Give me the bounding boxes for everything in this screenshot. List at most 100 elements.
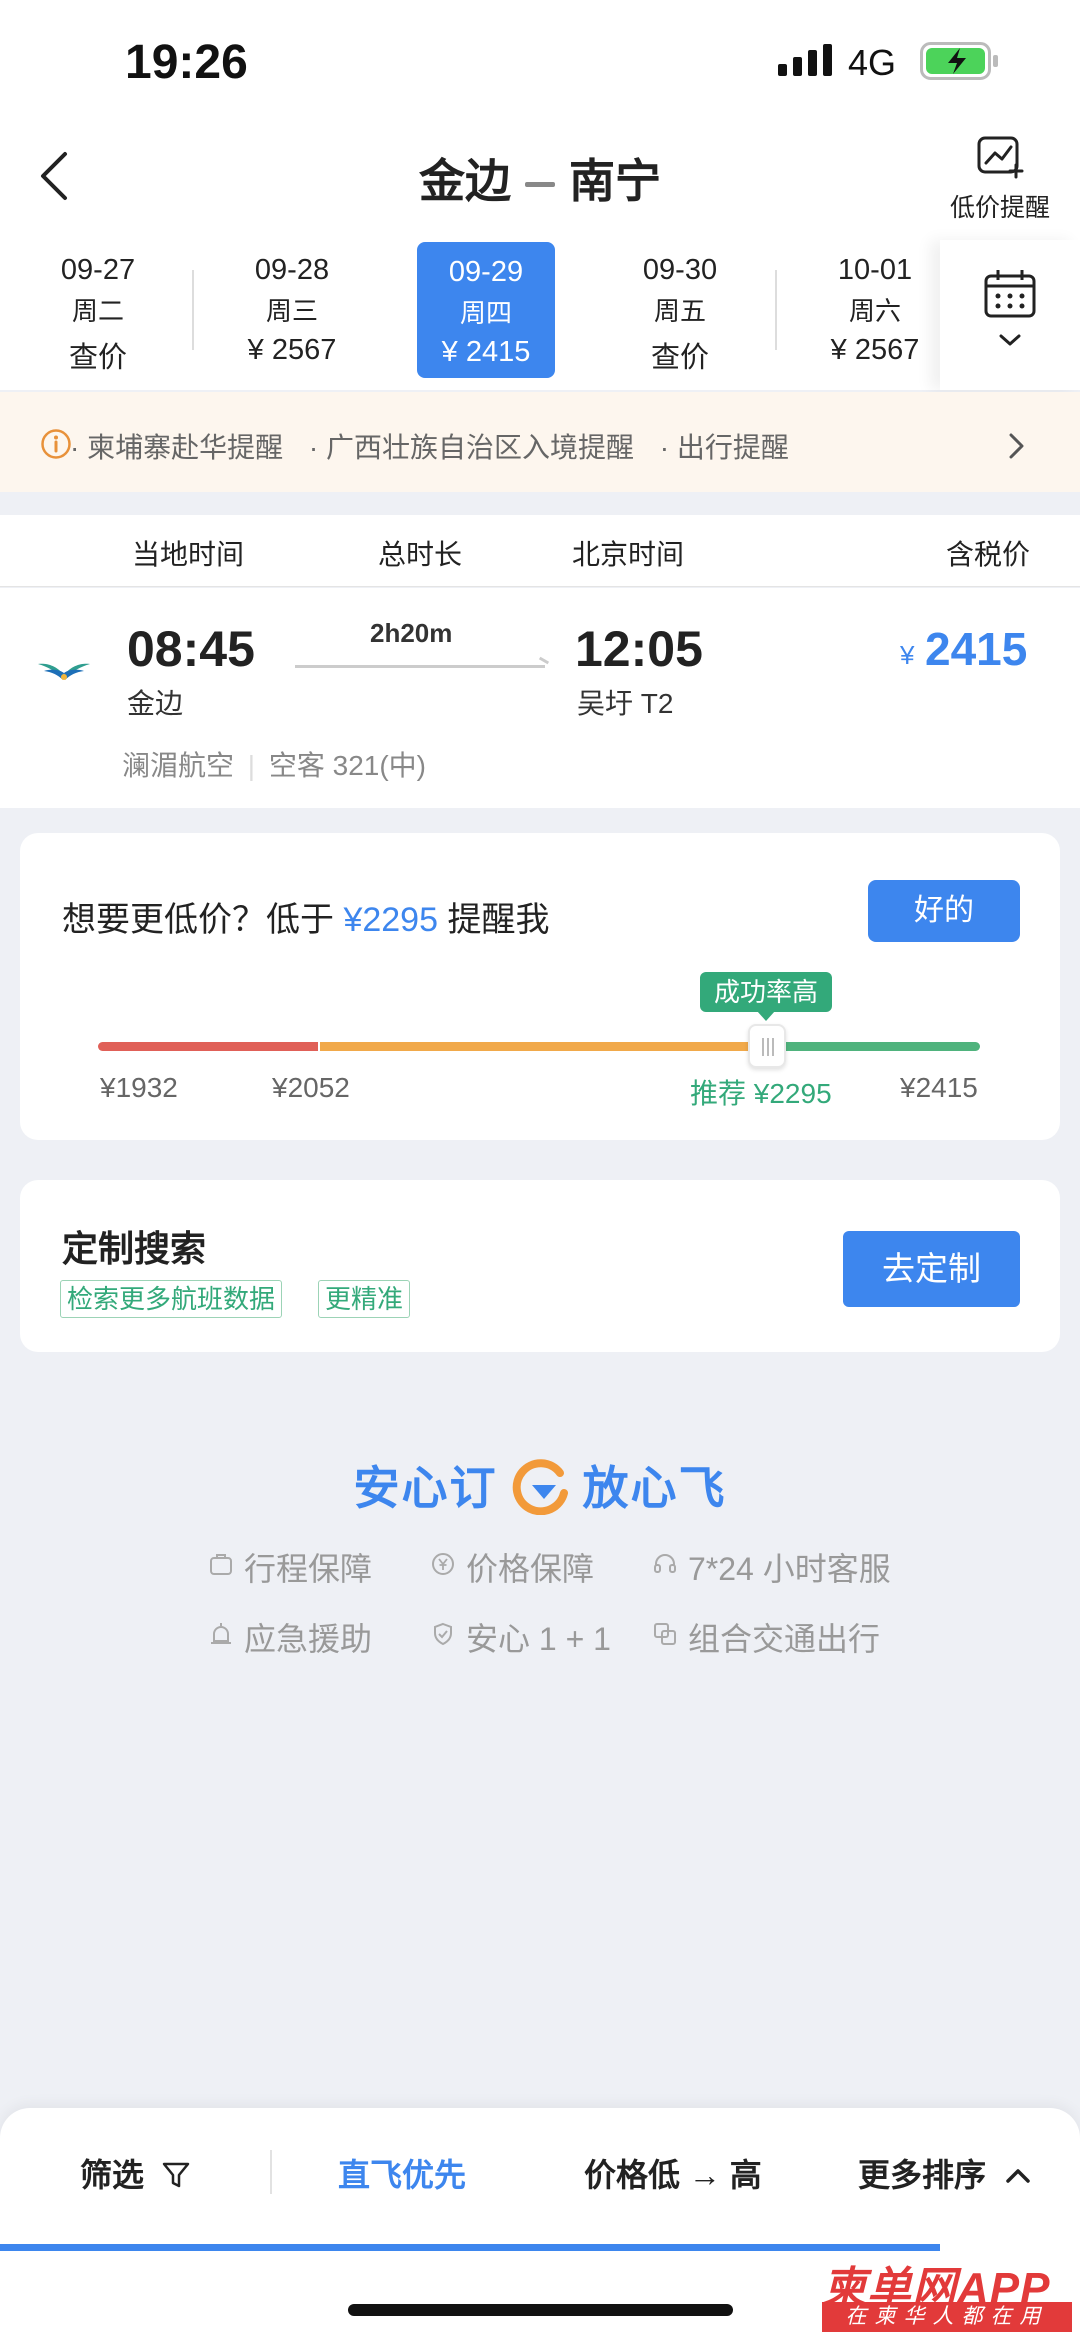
date-divider bbox=[775, 270, 777, 350]
flight-price: 2415 bbox=[925, 623, 1028, 675]
slogan-left: 安心订 bbox=[353, 1462, 498, 1514]
chevron-up-icon bbox=[1006, 2169, 1030, 2183]
date-label: 09-30 bbox=[642, 254, 718, 286]
filter-label: 筛选 bbox=[80, 2157, 145, 2193]
guarantee-item: 行程保障 bbox=[244, 1551, 373, 1587]
notice-item: · 出行提醒 bbox=[659, 432, 789, 463]
flight-duration: 2h20m bbox=[370, 618, 453, 648]
guarantee-item: 7*24 小时客服 bbox=[688, 1551, 891, 1587]
date-tab[interactable]: 09-27 周二 查价 bbox=[18, 240, 178, 380]
headset-icon bbox=[654, 1554, 676, 1573]
date-label: 09-27 bbox=[60, 254, 136, 286]
price-slider-track-high[interactable] bbox=[765, 1042, 980, 1051]
price-alert-target: ¥2295 bbox=[343, 901, 438, 939]
custom-search-tag: 检索更多航班数据 bbox=[60, 1280, 283, 1318]
date-price: ¥ 2567 bbox=[830, 334, 920, 366]
chevron-right-icon bbox=[1009, 433, 1024, 459]
column-beijing-time: 北京时间 bbox=[572, 539, 685, 570]
date-price: ¥ 2415 bbox=[441, 336, 531, 368]
more-sort-button[interactable]: 更多排序 bbox=[858, 2150, 1031, 2196]
slogan-right: 放心飞 bbox=[582, 1462, 727, 1514]
date-label: 10-01 bbox=[837, 254, 913, 286]
weekday-label: 周二 bbox=[71, 296, 124, 326]
customize-button[interactable]: 去定制 bbox=[843, 1231, 1020, 1307]
ok-button[interactable]: 好的 bbox=[868, 880, 1020, 942]
weekday-label: 周六 bbox=[848, 296, 901, 326]
notice-items: · 柬埔寨赴华提醒 · 广西壮族自治区入境提醒 · 出行提醒 bbox=[70, 426, 807, 466]
date-divider bbox=[192, 270, 194, 350]
guarantee-item: 应急援助 bbox=[244, 1621, 373, 1657]
price-alert-suffix: 提醒我 bbox=[447, 901, 550, 939]
header bbox=[0, 120, 1080, 240]
weekday-label: 周四 bbox=[459, 298, 512, 328]
notice-item: · 广西壮族自治区入境提醒 bbox=[308, 432, 634, 463]
date-label: 09-29 bbox=[448, 256, 524, 288]
column-price: 含税价 bbox=[946, 539, 1031, 570]
price-alert-prefix: 想要更低价？低于 bbox=[62, 901, 334, 939]
back-button[interactable] bbox=[35, 148, 75, 204]
airline-info: 澜湄航空 | 空客 321(中) bbox=[122, 744, 426, 784]
date-price: ¥ 2567 bbox=[247, 334, 337, 366]
notice-item: · 柬埔寨赴华提醒 bbox=[70, 432, 284, 463]
home-indicator[interactable] bbox=[348, 2304, 733, 2316]
direct-first-tab[interactable]: 直飞优先 bbox=[338, 2150, 466, 2196]
yuan-icon bbox=[432, 1553, 454, 1575]
filter-button[interactable]: 筛选 bbox=[80, 2150, 191, 2196]
date-price: 查价 bbox=[650, 342, 709, 374]
date-tab[interactable]: 10-01 周六 ¥ 2567 bbox=[795, 240, 955, 380]
calendar-button[interactable] bbox=[940, 240, 1080, 390]
guarantee-item: 组合交通出行 bbox=[688, 1621, 881, 1657]
price-slider-track-low[interactable] bbox=[98, 1042, 318, 1051]
price-slider-track-mid[interactable] bbox=[320, 1042, 765, 1051]
arrival-airport: 吴圩 T2 bbox=[577, 688, 674, 719]
column-duration: 总时长 bbox=[378, 539, 463, 570]
arrival-time: 12:05 bbox=[575, 621, 703, 677]
column-local-time: 当地时间 bbox=[132, 539, 245, 570]
date-tab[interactable]: 09-28 周三 ¥ 2567 bbox=[212, 240, 372, 380]
airline-divider: | bbox=[247, 750, 256, 781]
network-type: 4G bbox=[848, 42, 897, 83]
date-tab[interactable]: 09-30 周五 查价 bbox=[600, 240, 760, 380]
weekday-label: 周三 bbox=[265, 296, 318, 326]
departure-airport: 金边 bbox=[127, 688, 184, 719]
date-tab-selected[interactable]: 09-29 周四 ¥ 2415 bbox=[417, 242, 555, 378]
weekday-label: 周五 bbox=[653, 296, 706, 326]
bottom-bar-divider bbox=[270, 2150, 272, 2194]
more-sort-label: 更多排序 bbox=[858, 2157, 987, 2193]
watermark-tagline: 在柬华人都在用 bbox=[822, 2302, 1072, 2332]
custom-search-tag: 更精准 bbox=[318, 1280, 411, 1318]
copy-icon bbox=[654, 1623, 676, 1645]
success-rate-badge: 成功率高 bbox=[700, 972, 832, 1021]
scroll-progress-bar bbox=[0, 2244, 940, 2251]
slogan: 安心订 放心飞 bbox=[0, 1452, 1080, 1518]
airline-logo-icon bbox=[38, 663, 90, 680]
calendar-icon bbox=[984, 270, 1036, 346]
custom-search-title: 定制搜索 bbox=[62, 1228, 207, 1269]
departure-time: 08:45 bbox=[127, 621, 255, 677]
slider-tick: ¥1932 bbox=[100, 1072, 178, 1103]
low-price-alert-label: 低价提醒 bbox=[949, 194, 1050, 222]
shield-icon bbox=[434, 1622, 452, 1646]
duration-line bbox=[295, 665, 545, 668]
info-icon bbox=[41, 429, 71, 459]
brand-logo-icon bbox=[512, 1459, 568, 1515]
low-price-alert-button[interactable]: 低价提醒 bbox=[940, 135, 1060, 225]
date-label: 09-28 bbox=[254, 254, 330, 286]
airline-name: 澜湄航空 bbox=[122, 750, 235, 781]
slider-tick: ¥2415 bbox=[900, 1072, 978, 1103]
aircraft-type: 空客 321(中) bbox=[268, 750, 427, 781]
slider-tick: ¥2052 bbox=[272, 1072, 350, 1103]
status-time: 19:26 bbox=[125, 36, 248, 89]
signal-icon bbox=[778, 44, 832, 76]
slider-tick-recommended: 推荐 ¥2295 bbox=[690, 1078, 832, 1109]
battery-charging-icon bbox=[920, 42, 998, 80]
date-price: 查价 bbox=[68, 342, 127, 374]
guarantee-item: 安心 1 + 1 bbox=[466, 1621, 611, 1657]
guarantee-item: 价格保障 bbox=[466, 1551, 595, 1587]
price-slider-handle[interactable] bbox=[748, 1024, 786, 1068]
alarm-icon bbox=[211, 1623, 231, 1644]
price-sort-tab[interactable]: 价格低 → 高 bbox=[584, 2150, 762, 2196]
funnel-icon bbox=[162, 2162, 190, 2188]
luggage-icon bbox=[210, 1554, 232, 1575]
chart-alert-icon bbox=[977, 136, 1024, 179]
